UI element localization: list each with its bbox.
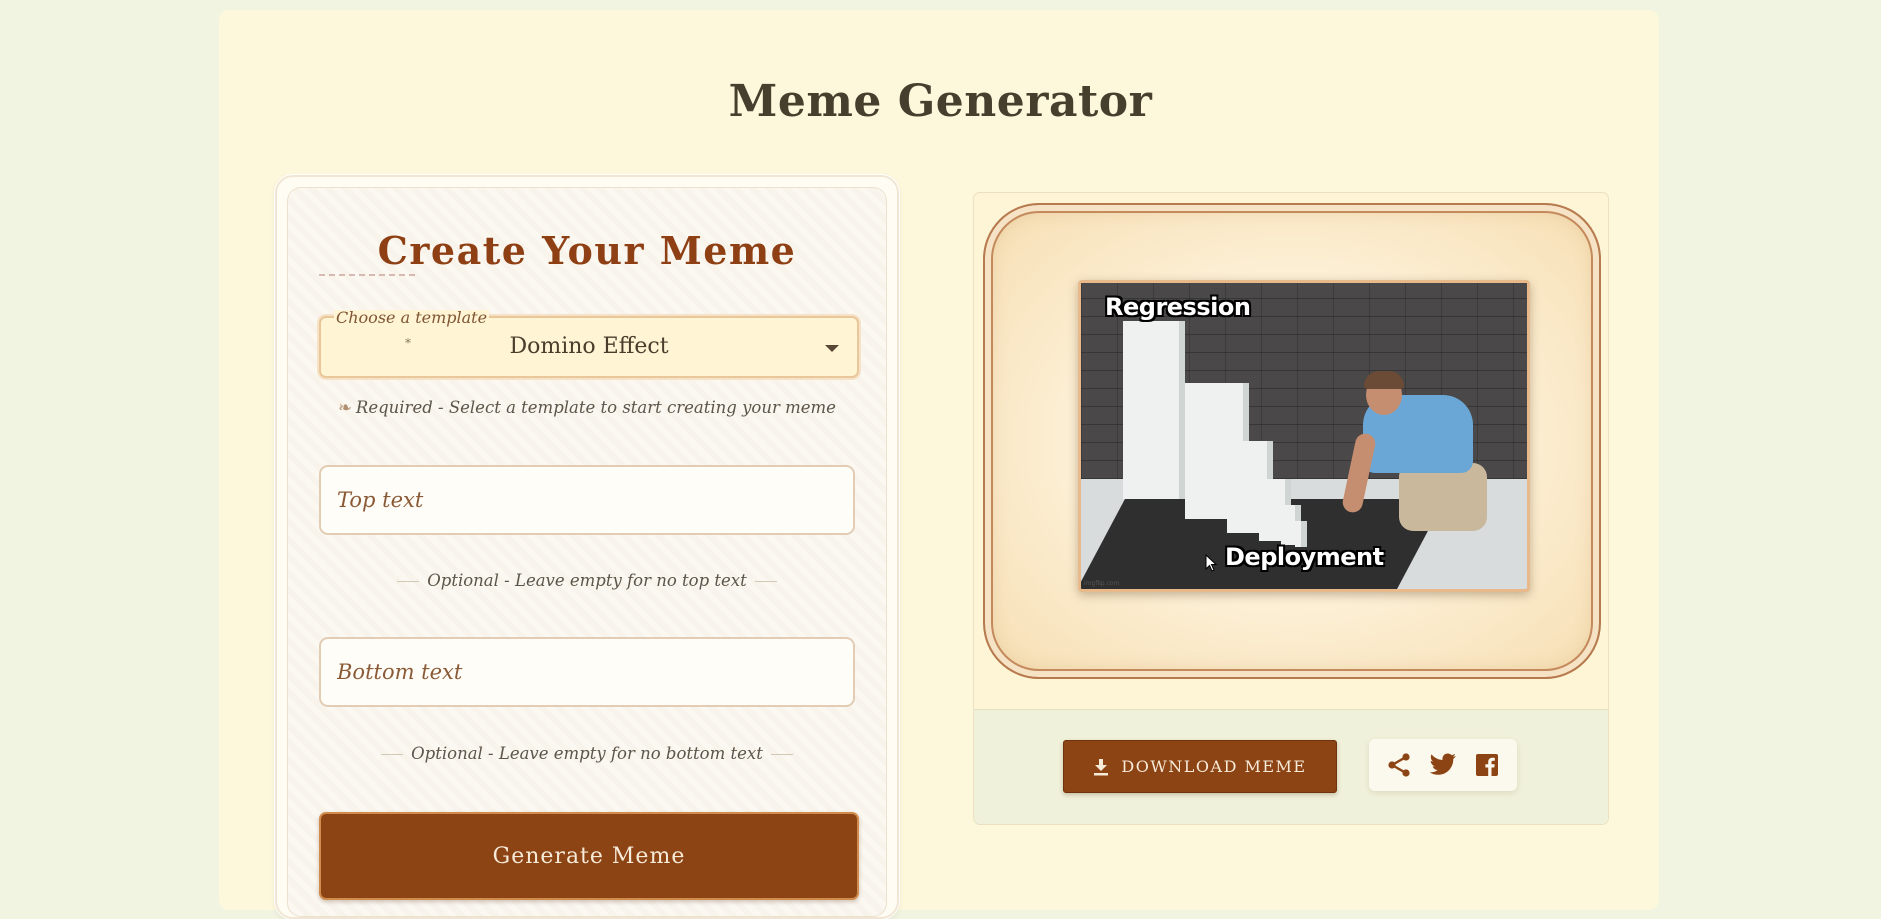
template-select-label: Choose a template	[334, 308, 490, 327]
hint-divider-left	[397, 581, 420, 582]
hint-divider-right	[754, 581, 777, 582]
bottom-text-input[interactable]	[319, 637, 855, 707]
meme-form-panel: Create Your Meme Choose a template * Dom…	[275, 175, 899, 919]
share-buttons	[1369, 739, 1517, 791]
template-select-value: Domino Effect	[509, 334, 669, 359]
domino	[1123, 321, 1185, 499]
download-meme-label: DOWNLOAD MEME	[1121, 757, 1307, 776]
meme-watermark: imgflip.com	[1084, 580, 1120, 587]
form-heading: Create Your Meme	[377, 228, 797, 273]
leaf-icon: ❧	[338, 398, 352, 417]
heading-divider	[319, 274, 415, 276]
preview-actions: DOWNLOAD MEME	[974, 709, 1608, 824]
meme-preview-panel: Regression Deployment imgflip.com DOWNLO…	[973, 192, 1609, 825]
meme-frame: Regression Deployment imgflip.com	[983, 203, 1601, 679]
template-hint-text: Required - Select a template to start cr…	[355, 398, 836, 417]
meme-form: Create Your Meme Choose a template * Dom…	[287, 187, 887, 917]
generate-meme-button[interactable]: Generate Meme	[319, 812, 859, 900]
share-icon[interactable]	[1384, 750, 1414, 780]
meme-image: Regression Deployment imgflip.com	[1078, 280, 1530, 592]
twitter-icon[interactable]	[1428, 750, 1458, 780]
top-text-input[interactable]	[319, 465, 855, 535]
mouse-cursor-icon	[1205, 554, 1217, 572]
bottom-text-hint: Optional - Leave empty for no bottom tex…	[288, 744, 886, 763]
top-text-hint: Optional - Leave empty for no top text	[288, 571, 886, 590]
meme-top-caption: Regression	[1105, 293, 1251, 321]
facebook-icon[interactable]	[1472, 750, 1502, 780]
chevron-down-icon[interactable]	[825, 345, 839, 352]
template-hint: ❧ Required - Select a template to start c…	[288, 398, 886, 417]
page-title: Meme Generator	[728, 76, 1153, 127]
person-legs	[1399, 463, 1487, 531]
hint-divider-left	[381, 754, 404, 755]
hint-divider-right	[770, 754, 793, 755]
bottom-text-hint-text: Optional - Leave empty for no bottom tex…	[411, 744, 763, 763]
download-meme-button[interactable]: DOWNLOAD MEME	[1063, 740, 1337, 793]
download-icon	[1094, 758, 1109, 775]
top-text-hint-text: Optional - Leave empty for no top text	[427, 571, 747, 590]
person-hair	[1364, 371, 1404, 389]
meme-bottom-caption: Deployment	[1225, 543, 1384, 571]
template-select[interactable]: Choose a template * Domino Effect	[319, 310, 859, 378]
